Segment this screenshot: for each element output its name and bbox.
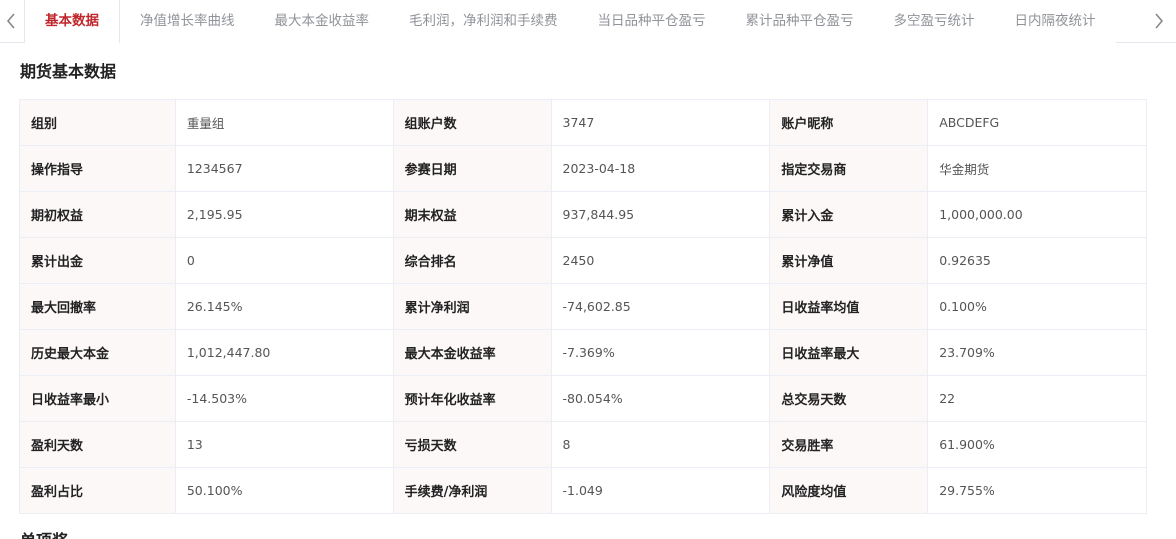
field-label: 指定交易商 bbox=[770, 146, 929, 191]
field-label: 风险度均值 bbox=[770, 468, 929, 513]
field-value: 0.92635 bbox=[928, 238, 1147, 283]
table-row: 日收益率最小 -14.503% 预计年化收益率 -80.054% 总交易天数 22 bbox=[20, 376, 1147, 422]
field-value: 22 bbox=[928, 376, 1147, 421]
field-value: 3747 bbox=[551, 100, 771, 145]
field-value: 29.755% bbox=[928, 468, 1147, 513]
tab-1[interactable]: 净值增长率曲线 bbox=[120, 0, 255, 43]
field-label: 综合排名 bbox=[393, 238, 552, 283]
field-label: 最大回撤率 bbox=[20, 284, 176, 329]
field-value: 13 bbox=[175, 422, 394, 467]
field-value: 1,012,447.80 bbox=[175, 330, 394, 375]
table-row: 盈利天数 13 亏损天数 8 交易胜率 61.900% bbox=[20, 422, 1147, 468]
field-value: 2023-04-18 bbox=[551, 146, 771, 191]
field-value: -80.054% bbox=[551, 376, 771, 421]
field-value: 23.709% bbox=[928, 330, 1147, 375]
field-label: 累计入金 bbox=[770, 192, 929, 237]
field-label: 交易胜率 bbox=[770, 422, 929, 467]
field-label: 亏损天数 bbox=[393, 422, 552, 467]
tab-3[interactable]: 毛利润，净利润和手续费 bbox=[389, 0, 578, 43]
field-label: 盈利天数 bbox=[20, 422, 176, 467]
field-label: 期末权益 bbox=[393, 192, 552, 237]
field-value: 1,000,000.00 bbox=[928, 192, 1147, 237]
chevron-right-icon[interactable] bbox=[1148, 0, 1170, 42]
field-value: 重量组 bbox=[175, 100, 394, 145]
basic-data-table: 组别 重量组 组账户数 3747 账户昵称 ABCDEFG 操作指导 1234567 参赛日期 2… bbox=[19, 99, 1147, 514]
field-label: 参赛日期 bbox=[393, 146, 552, 191]
table-row: 历史最大本金 1,012,447.80 最大本金收益率 -7.369% 日收益率最大 23… bbox=[20, 330, 1147, 376]
field-label: 日收益率最大 bbox=[770, 330, 929, 375]
field-value: 61.900% bbox=[928, 422, 1147, 467]
tab-0[interactable]: 基本数据 bbox=[24, 0, 120, 43]
field-value: -14.503% bbox=[175, 376, 394, 421]
field-label: 操作指导 bbox=[20, 146, 176, 191]
field-value: 0 bbox=[175, 238, 394, 283]
tab-7[interactable]: 日内隔夜统计 bbox=[994, 0, 1116, 43]
field-label: 组别 bbox=[20, 100, 176, 145]
tab-4[interactable]: 当日品种平仓盈亏 bbox=[577, 0, 726, 43]
table-row: 最大回撤率 26.145% 累计净利润 -74,602.85 日收益率均值 0.100% bbox=[20, 284, 1147, 330]
tabs-strip: 基本数据 净值增长率曲线 最大本金收益率 毛利润，净利润和手续费 当日品种平仓盈亏 累计品… bbox=[24, 0, 1146, 43]
field-label: 盈利占比 bbox=[20, 468, 176, 513]
field-value: ABCDEFG bbox=[928, 100, 1147, 145]
field-label: 预计年化收益率 bbox=[393, 376, 552, 421]
field-value: 26.145% bbox=[175, 284, 394, 329]
field-value: 50.100% bbox=[175, 468, 394, 513]
field-value: 2450 bbox=[551, 238, 771, 283]
field-label: 日收益率最小 bbox=[20, 376, 176, 421]
table-row: 操作指导 1234567 参赛日期 2023-04-18 指定交易商 华金期货 bbox=[20, 146, 1147, 192]
field-value: 0.100% bbox=[928, 284, 1147, 329]
table-row: 累计出金 0 综合排名 2450 累计净值 0.92635 bbox=[20, 238, 1147, 284]
field-value: 937,844.95 bbox=[551, 192, 771, 237]
field-value: -7.369% bbox=[551, 330, 771, 375]
field-label: 组账户数 bbox=[393, 100, 552, 145]
tab-5[interactable]: 累计品种平仓盈亏 bbox=[725, 0, 874, 43]
field-label: 累计净值 bbox=[770, 238, 929, 283]
section-title: 期货基本数据 bbox=[20, 62, 117, 81]
field-label: 历史最大本金 bbox=[20, 330, 176, 375]
next-section-title: 单项奖 bbox=[20, 527, 68, 539]
field-label: 账户昵称 bbox=[770, 100, 929, 145]
field-value: 8 bbox=[551, 422, 771, 467]
field-label: 累计出金 bbox=[20, 238, 176, 283]
field-value: 1234567 bbox=[175, 146, 394, 191]
field-value: 2,195.95 bbox=[175, 192, 394, 237]
field-label: 日收益率均值 bbox=[770, 284, 929, 329]
tab-2[interactable]: 最大本金收益率 bbox=[254, 0, 389, 43]
chevron-left-icon[interactable] bbox=[0, 0, 22, 42]
field-label: 总交易天数 bbox=[770, 376, 929, 421]
field-label: 手续费/净利润 bbox=[393, 468, 552, 513]
table-row: 期初权益 2,195.95 期末权益 937,844.95 累计入金 1,000,000.… bbox=[20, 192, 1147, 238]
table-row: 盈利占比 50.100% 手续费/净利润 -1.049 风险度均值 29.755% bbox=[20, 468, 1147, 514]
field-label: 最大本金收益率 bbox=[393, 330, 552, 375]
field-label: 累计净利润 bbox=[393, 284, 552, 329]
field-label: 期初权益 bbox=[20, 192, 176, 237]
field-value: -1.049 bbox=[551, 468, 771, 513]
field-value: 华金期货 bbox=[928, 146, 1147, 191]
field-value: -74,602.85 bbox=[551, 284, 771, 329]
table-row: 组别 重量组 组账户数 3747 账户昵称 ABCDEFG bbox=[20, 100, 1147, 146]
tab-bar: 基本数据 净值增长率曲线 最大本金收益率 毛利润，净利润和手续费 当日品种平仓盈亏 累计品… bbox=[0, 0, 1176, 43]
tab-6[interactable]: 多空盈亏统计 bbox=[873, 0, 995, 43]
